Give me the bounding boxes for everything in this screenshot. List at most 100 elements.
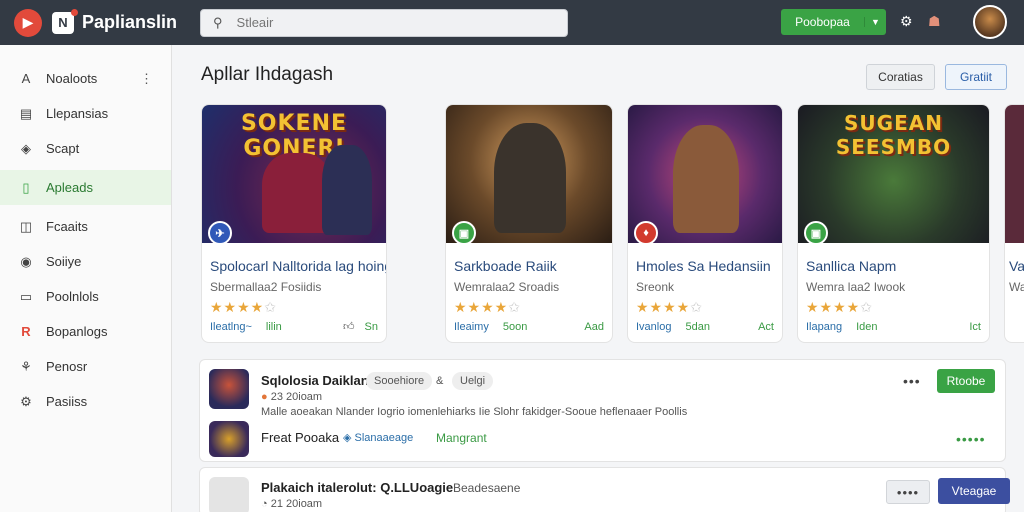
card-subtitle: Wa [1009, 280, 1024, 294]
sidebar-item-noaloots[interactable]: A Noaloots ⋮ [0, 61, 171, 96]
card-title[interactable]: Hmoles Sa Hedansiin [636, 258, 782, 274]
app-name: Paplianslin [82, 12, 178, 32]
sidebar: A Noaloots ⋮ ▤ Llepansias ◈ Scapt ▯ Aple… [0, 45, 172, 512]
card-action[interactable]: Sn [365, 321, 378, 333]
category-text: Beadesaene [453, 481, 521, 495]
list-item-title[interactable]: Plakaich italerolut: Q.LLUoagie [261, 480, 453, 495]
sidebar-item-scapt[interactable]: ◈ Scapt [0, 131, 171, 166]
publish-button[interactable]: Poobopaa ▼ [781, 9, 886, 35]
time-text: 23 20ioam [270, 391, 323, 403]
r-icon: R [21, 324, 31, 339]
app-badge-icon: ▣ [804, 221, 828, 245]
avatar[interactable] [973, 5, 1007, 39]
time-row: ● 23 20ioam [261, 391, 322, 403]
game-card[interactable]: ▣ Sarkboade Raiik Wemralaa2 Sroadis ★★★★… [445, 104, 613, 343]
card-subtitle: Sbermallaa2 Fosiidis [210, 280, 322, 294]
more-options-button[interactable]: •••• [886, 480, 930, 504]
card-status: 5oon [502, 321, 528, 333]
search-input[interactable] [236, 15, 537, 30]
sidebar-item-penosr[interactable]: ⚘ Penosr [0, 349, 171, 384]
list-item-title[interactable]: Sqlolosia Daiklan [261, 373, 369, 388]
rating-stars: ★★★★✩ [454, 299, 521, 315]
search-icon: ⚲ [213, 14, 223, 30]
thumbs-up-icon[interactable]: 👍︎ [343, 320, 355, 333]
pill-separator: & [436, 375, 444, 387]
list-icon: ▤ [19, 105, 33, 121]
document-icon: ▯ [22, 179, 30, 195]
search-bar[interactable]: ⚲ [200, 8, 568, 37]
sidebar-item-label: Soiiye [46, 254, 82, 269]
card-action[interactable]: Ict [969, 321, 981, 333]
sub-title[interactable]: Freat Pooaka [261, 430, 339, 445]
sidebar-item-pasiiss[interactable]: ⚙ Pasiiss [0, 384, 171, 419]
sidebar-item-label: Fcaaits [46, 219, 88, 234]
sidebar-item-llepansias[interactable]: ▤ Llepansias [0, 96, 171, 131]
card-action[interactable]: Aad [584, 321, 604, 333]
card-artwork: ♦ [628, 105, 782, 245]
category-pill: Sooehiore [366, 372, 433, 390]
card-artwork: SOKENE GONERI ✈ [202, 105, 386, 245]
app-badge-icon: ▣ [452, 221, 476, 245]
folder-icon: ▭ [19, 288, 33, 304]
list-item[interactable]: Sqlolosia Daiklan Sooehiore & Uelgi ● 23… [199, 359, 1006, 462]
card-action[interactable]: Act [758, 321, 774, 333]
sidebar-item-label: Scapt [46, 141, 80, 156]
clock-icon: ● [261, 391, 268, 403]
install-button[interactable]: Rtoobe [937, 369, 995, 393]
card-art-text: SUGEAN SEESMBO [835, 111, 952, 159]
sidebar-item-apleads[interactable]: ▯ Apleads [0, 170, 171, 205]
list-item[interactable]: Plakaich italerolut: Q.LLUoagie Beadesae… [199, 467, 1010, 512]
card-title[interactable]: Sanllica Napm [806, 258, 989, 274]
card-artwork [1005, 105, 1024, 243]
sidebar-item-bopanlogs[interactable]: R Bopanlogs [0, 314, 171, 349]
cancel-button[interactable]: Coratias [866, 64, 935, 90]
card-status: 5dan [685, 321, 710, 333]
item-meta: Malle aoeakan Nlander Iogrio iomenlehiar… [261, 406, 688, 418]
brand: ▶ N Paplianslin [0, 8, 196, 37]
character-figure [673, 125, 739, 233]
clock-icon: ◔ [261, 498, 268, 510]
circle-icon: ◉ [20, 253, 32, 269]
app-badge-icon: ♦ [634, 221, 658, 245]
sidebar-item-label: Pasiiss [46, 394, 88, 409]
card-status: lilin [265, 320, 282, 333]
create-button[interactable]: Gratiit [945, 64, 1007, 90]
game-card[interactable]: SUGEAN SEESMBO ▣ Sanllica Napm Wemra laa2… [797, 104, 990, 343]
card-tag: Ileatlng~ [210, 320, 252, 333]
sub-thumbnail [209, 421, 249, 457]
sidebar-item-poolnlols[interactable]: ▭ Poolnlols [0, 279, 171, 314]
grid-icon: ◫ [19, 218, 33, 234]
card-footer: Ileatlng~ lilin 👍︎ Sn [210, 320, 378, 334]
card-status: Iden [856, 321, 878, 333]
more-options-icon[interactable]: ••• [903, 373, 921, 389]
game-card[interactable]: SOKENE GONERI ✈ Spolocarl Nalltorida lag … [201, 104, 387, 343]
card-title[interactable]: Va [1009, 258, 1024, 274]
card-subtitle: Wemra laa2 Iwook [806, 280, 906, 294]
shield-icon: ◈ [343, 432, 352, 444]
progress-dots-icon: ••••• [956, 431, 986, 447]
shield-icon: ◈ [21, 140, 31, 156]
sidebar-item-label: Poolnlols [46, 289, 99, 304]
sidebar-item-soiiye[interactable]: ◉ Soiiye [0, 244, 171, 279]
manage-button[interactable]: Vteagae [938, 478, 1010, 504]
chevron-down-icon[interactable]: ▼ [864, 17, 886, 27]
card-footer: Ileaimy 5oon Aad [454, 321, 604, 333]
kebab-icon[interactable]: ⋮ [140, 71, 153, 87]
settings-icon[interactable]: ⚙ [900, 13, 913, 30]
card-title[interactable]: Sarkboade Raiik [454, 258, 612, 274]
character-figure [322, 145, 372, 235]
notification-icon[interactable]: ☗ [928, 13, 941, 30]
sidebar-item-fcaaits[interactable]: ◫ Fcaaits [0, 209, 171, 244]
game-card[interactable]: ♦ Hmoles Sa Hedansiin Sreonk ★★★★✩ Ivanl… [627, 104, 783, 343]
publish-label: Poobopaa [795, 15, 850, 29]
play-icon[interactable]: ▶ [14, 8, 42, 37]
card-subtitle: Wemralaa2 Sroadis [454, 280, 560, 294]
rating-stars: ★★★★✩ [210, 299, 277, 315]
character-figure [494, 123, 566, 233]
card-title[interactable]: Spolocarl Nalltorida lag hoing [210, 258, 386, 274]
page-title: Apllar Ihdagash [201, 64, 334, 85]
sidebar-item-label: Llepansias [46, 106, 109, 121]
game-card-partial[interactable]: Va Wa [1004, 104, 1024, 343]
sidebar-item-label: Penosr [46, 359, 88, 374]
rating-stars: ★★★★✩ [636, 299, 703, 315]
